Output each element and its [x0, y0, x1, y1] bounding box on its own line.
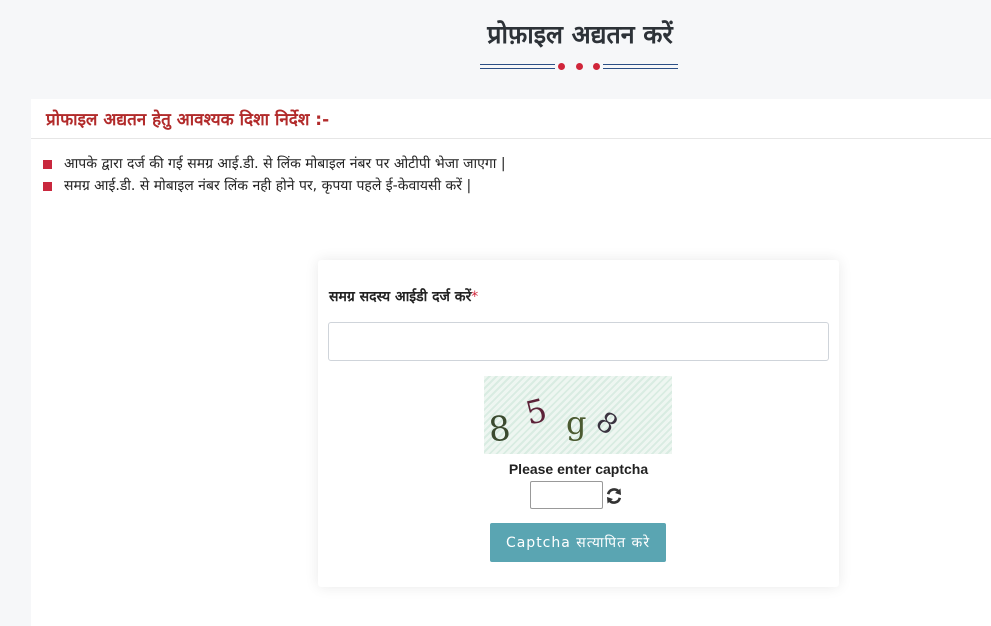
- square-bullet-icon: [43, 181, 52, 191]
- captcha-char: 8: [590, 405, 624, 442]
- captcha-image: 8 5 g 8: [484, 376, 672, 454]
- refresh-icon[interactable]: [605, 487, 623, 505]
- ornament-dot: [558, 63, 565, 70]
- captcha-char: 8: [487, 408, 513, 450]
- guideline-item: समग्र आई.डी. से मोबाइल नंबर लिंक नही होन…: [43, 175, 991, 197]
- guideline-item: आपके द्वारा दर्ज की गई समग्र आई.डी. से ल…: [43, 153, 991, 175]
- guideline-text: आपके द्वारा दर्ज की गई समग्र आई.डी. से ल…: [64, 156, 506, 172]
- ornament-dot: [593, 63, 600, 70]
- profile-update-form: समग्र सदस्य आईडी दर्ज करें* 8 5 g 8 Plea…: [318, 260, 839, 587]
- samagra-id-label: समग्र सदस्य आईडी दर्ज करें*: [329, 287, 478, 306]
- required-mark: *: [471, 289, 479, 305]
- page-title: प्रोफ़ाइल अद्यतन करें: [487, 20, 673, 49]
- captcha-input[interactable]: [530, 481, 603, 509]
- verify-captcha-button[interactable]: Captcha सत्यापित करे: [490, 523, 666, 562]
- captcha-prompt: Please enter captcha: [508, 461, 649, 477]
- guideline-text: समग्र आई.डी. से मोबाइल नंबर लिंक नही होन…: [64, 178, 472, 194]
- guidelines-header: प्रोफाइल अद्यतन हेतु आवश्यक दिशा निर्देश…: [31, 99, 991, 139]
- captcha-char: g: [566, 404, 586, 442]
- main-panel: प्रोफाइल अद्यतन हेतु आवश्यक दिशा निर्देश…: [31, 99, 991, 626]
- samagra-id-input[interactable]: [328, 322, 829, 361]
- samagra-id-label-text: समग्र सदस्य आईडी दर्ज करें: [329, 289, 472, 305]
- guidelines-list: आपके द्वारा दर्ज की गई समग्र आई.डी. से ल…: [31, 139, 991, 197]
- captcha-char: 5: [522, 391, 551, 433]
- guidelines-title: प्रोफाइल अद्यतन हेतु आवश्यक दिशा निर्देश…: [46, 110, 330, 130]
- square-bullet-icon: [43, 159, 52, 169]
- title-ornament: [480, 60, 678, 74]
- ornament-dot: [575, 63, 583, 70]
